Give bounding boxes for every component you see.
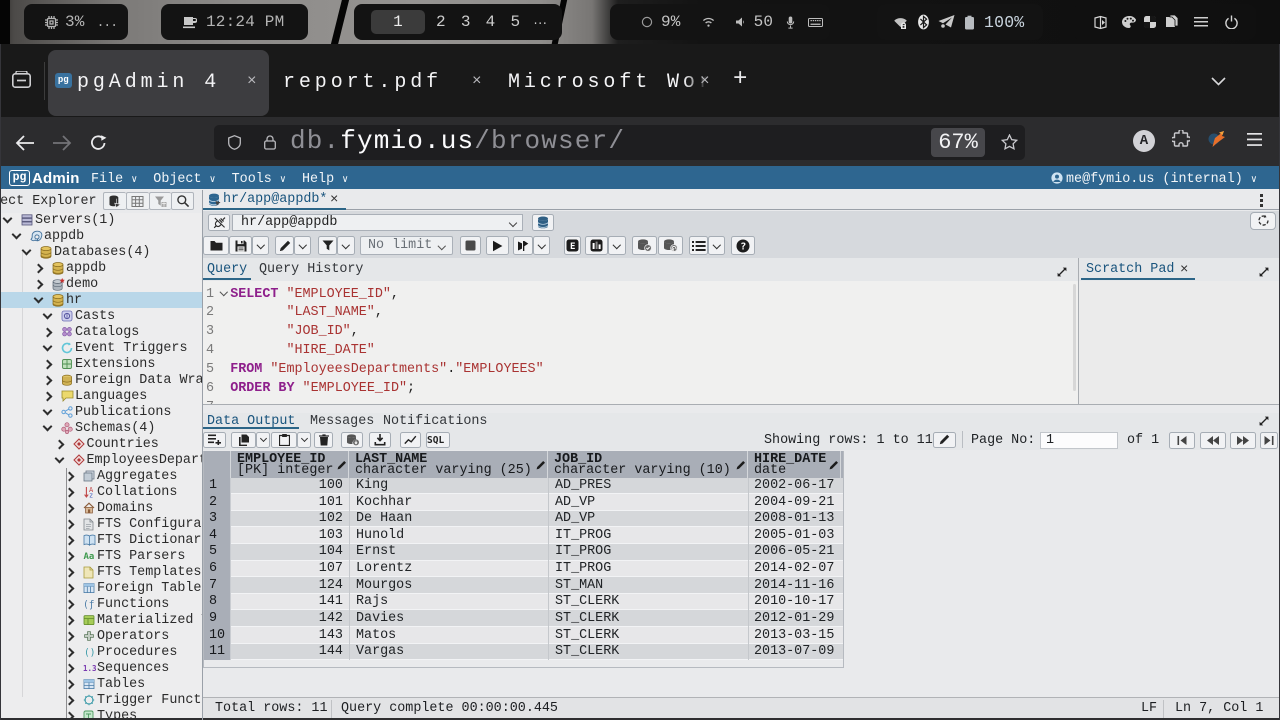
svg-text:?: ? — [740, 241, 746, 252]
svg-text:1.3: 1.3 — [83, 664, 97, 673]
svg-text:z: z — [89, 491, 93, 498]
svg-text:(ƒ): (ƒ) — [83, 599, 96, 610]
svg-text:Aa: Aa — [84, 552, 95, 562]
svg-text:SQL: SQL — [427, 435, 444, 445]
svg-text:E: E — [570, 242, 575, 252]
svg-text:(): () — [84, 647, 95, 658]
